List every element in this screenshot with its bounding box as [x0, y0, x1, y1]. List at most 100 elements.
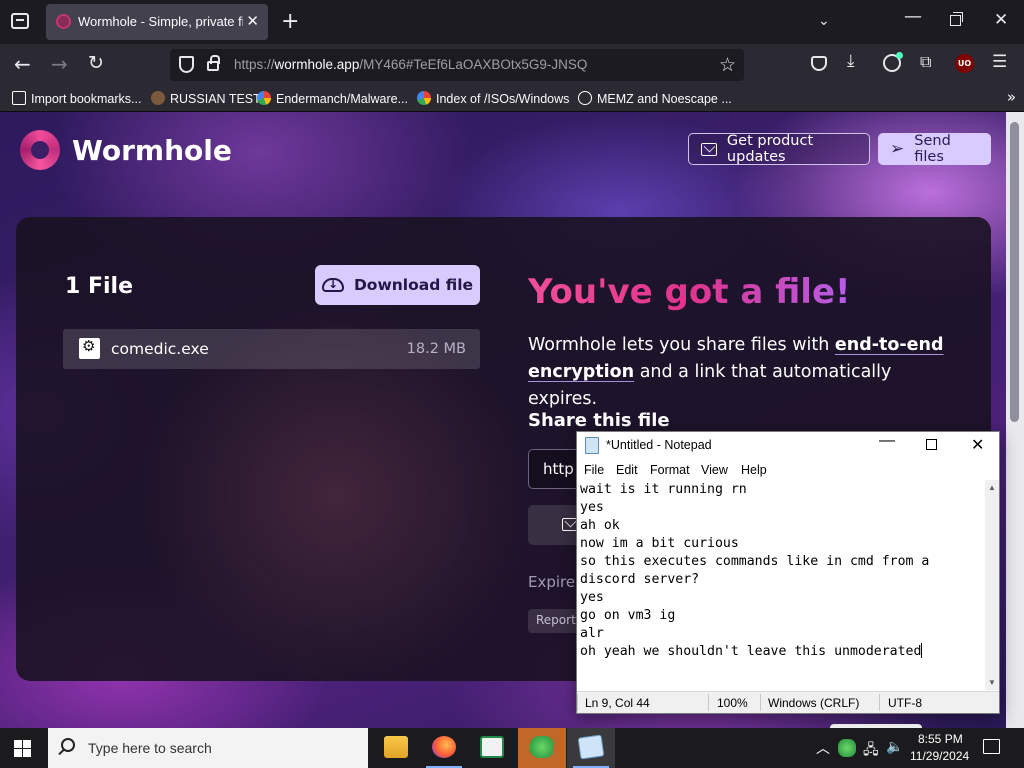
- taskbar-file-explorer[interactable]: [372, 728, 420, 768]
- volume-icon[interactable]: 🔈: [886, 739, 903, 755]
- taskbar-notepad[interactable]: [567, 728, 615, 768]
- cloud-download-icon: [321, 277, 344, 292]
- file-name: comedic.exe: [111, 340, 209, 358]
- firefox-icon: [432, 736, 456, 758]
- minimize-icon[interactable]: —: [879, 432, 895, 450]
- tray-app-icon[interactable]: [838, 739, 856, 757]
- close-tab-icon[interactable]: ✕: [246, 12, 259, 30]
- reload-icon[interactable]: ↻: [88, 54, 104, 73]
- clock-time[interactable]: 8:55 PM: [918, 732, 963, 746]
- send-icon: ➢: [890, 139, 905, 159]
- bookmarks-toolbar: Import bookmarks... RUSSIAN TEST Enderma…: [0, 86, 1024, 112]
- text-line: go on vm3 ig: [580, 608, 676, 623]
- text-line: wait is it running rn: [580, 482, 747, 497]
- url-scheme: https://: [234, 57, 275, 72]
- import-icon: [12, 91, 26, 105]
- url-host: wormhole.app: [274, 57, 360, 72]
- new-tab-icon[interactable]: +: [281, 11, 299, 33]
- tab-list-icon[interactable]: [11, 13, 29, 29]
- bookmark-index-isos[interactable]: Index of /ISOs/Windows: [417, 91, 569, 106]
- google-icon: [417, 91, 431, 105]
- close-window-icon[interactable]: ✕: [994, 12, 1008, 29]
- restore-window-icon[interactable]: [950, 12, 963, 26]
- bookmark-label: MEMZ and Noescape ...: [597, 92, 732, 106]
- separator: [879, 694, 880, 711]
- taskbar-app-active[interactable]: [518, 728, 566, 768]
- clock-date[interactable]: 11/29/2024: [910, 749, 969, 763]
- menu-edit[interactable]: Edit: [616, 463, 638, 477]
- favicon-icon: [151, 91, 165, 105]
- maximize-icon[interactable]: [926, 439, 937, 450]
- bookmark-russian-test[interactable]: RUSSIAN TEST: [151, 91, 261, 106]
- taskbar-search-box[interactable]: Type here to search: [48, 728, 368, 768]
- bookmark-memz[interactable]: MEMZ and Noescape ...: [578, 91, 732, 106]
- network-icon[interactable]: 🖧: [863, 739, 879, 763]
- notepad-menubar: File Edit Format View Help: [577, 460, 999, 480]
- bookmarks-overflow-icon[interactable]: »: [1007, 88, 1016, 106]
- executable-file-icon: [79, 337, 100, 359]
- tab-title: Wormhole - Simple, private file sharing: [78, 14, 243, 29]
- scroll-down-icon[interactable]: ▼: [988, 678, 996, 687]
- menu-help[interactable]: Help: [741, 463, 767, 477]
- chevron-down-icon[interactable]: ⌄: [818, 14, 830, 28]
- send-files-button[interactable]: ➢ Send files: [878, 133, 991, 165]
- text-line: so this executes commands like in cmd fr…: [580, 554, 930, 569]
- headline: You've got a file!: [528, 272, 851, 312]
- send-label: Send files: [914, 133, 951, 165]
- share-title: Share this file: [528, 410, 670, 431]
- text-line: oh yeah we shouldn't leave this unmodera…: [580, 644, 922, 659]
- windows-start-icon[interactable]: [14, 740, 31, 757]
- hamburger-menu-icon[interactable]: ☰: [992, 54, 1007, 71]
- zoom-level: 100%: [717, 696, 748, 710]
- google-icon: [257, 91, 271, 105]
- url-bar[interactable]: https://wormhole.app/MY466#TeEf6LaOAXBOt…: [170, 49, 744, 81]
- taskbar-app[interactable]: [468, 728, 516, 768]
- bookmark-endermanch[interactable]: Endermanch/Malware...: [257, 91, 408, 106]
- account-icon[interactable]: [883, 52, 903, 72]
- text-line: alr: [580, 626, 604, 641]
- text-line: ah ok: [580, 518, 620, 533]
- browser-tab-bar: Wormhole - Simple, private file sharing …: [0, 0, 1024, 44]
- notepad-scrollbar[interactable]: ▲ ▼: [985, 480, 999, 690]
- description: Wormhole lets you share files with end-t…: [528, 332, 948, 413]
- brand[interactable]: Wormhole: [20, 130, 232, 170]
- expires-text: Expires: [528, 573, 583, 591]
- back-arrow-icon[interactable]: ←: [14, 54, 31, 74]
- pocket-icon[interactable]: [811, 56, 827, 71]
- folder-icon: [384, 736, 408, 758]
- scroll-up-icon[interactable]: ▲: [988, 483, 996, 492]
- report-button[interactable]: Report: [528, 609, 578, 633]
- notepad-text-area[interactable]: wait is it running rn yes ah ok now im a bi…: [580, 481, 986, 688]
- tray-chevron-up-icon[interactable]: ︿: [816, 738, 830, 758]
- tab-wormhole[interactable]: Wormhole - Simple, private file sharing …: [46, 4, 268, 40]
- forward-arrow-icon[interactable]: →: [51, 54, 68, 74]
- notification-center-icon[interactable]: [983, 739, 1000, 754]
- windows-taskbar: Type here to search ︿ 🖧 🔈 8:55 PM 11/29/…: [0, 728, 1024, 768]
- bookmark-label: RUSSIAN TEST: [170, 92, 261, 106]
- get-product-updates-button[interactable]: Get product updates: [688, 133, 870, 165]
- download-file-button[interactable]: Download file: [315, 265, 480, 305]
- bookmark-import[interactable]: Import bookmarks...: [12, 91, 141, 106]
- notepad-titlebar[interactable]: *Untitled - Notepad — ✕: [577, 432, 999, 460]
- file-row[interactable]: comedic.exe 18.2 MB: [63, 329, 480, 369]
- url-text[interactable]: https://wormhole.app/MY466#TeEf6LaOAXBOt…: [234, 57, 587, 72]
- menu-format[interactable]: Format: [650, 463, 690, 477]
- extensions-puzzle-icon[interactable]: ⧉: [920, 54, 931, 70]
- updates-label: Get product updates: [726, 133, 814, 165]
- taskbar-firefox[interactable]: [420, 728, 468, 768]
- tracking-shield-icon[interactable]: [179, 56, 194, 73]
- minimize-window-icon[interactable]: —: [904, 8, 922, 26]
- page-scrollbar-thumb[interactable]: [1010, 122, 1019, 422]
- encoding: UTF-8: [888, 696, 922, 710]
- lock-icon[interactable]: [207, 55, 220, 71]
- menu-file[interactable]: File: [584, 463, 604, 477]
- text-caret: [921, 643, 923, 658]
- menu-view[interactable]: View: [701, 463, 728, 477]
- text-line: yes: [580, 500, 604, 515]
- ublock-origin-icon[interactable]: UO: [955, 54, 974, 73]
- downloads-icon[interactable]: ⤓: [847, 53, 855, 70]
- bookmark-star-icon[interactable]: ☆: [719, 54, 736, 76]
- close-icon[interactable]: ✕: [971, 435, 984, 455]
- notepad-app-icon: [585, 437, 599, 454]
- bookmark-label: Import bookmarks...: [31, 92, 142, 106]
